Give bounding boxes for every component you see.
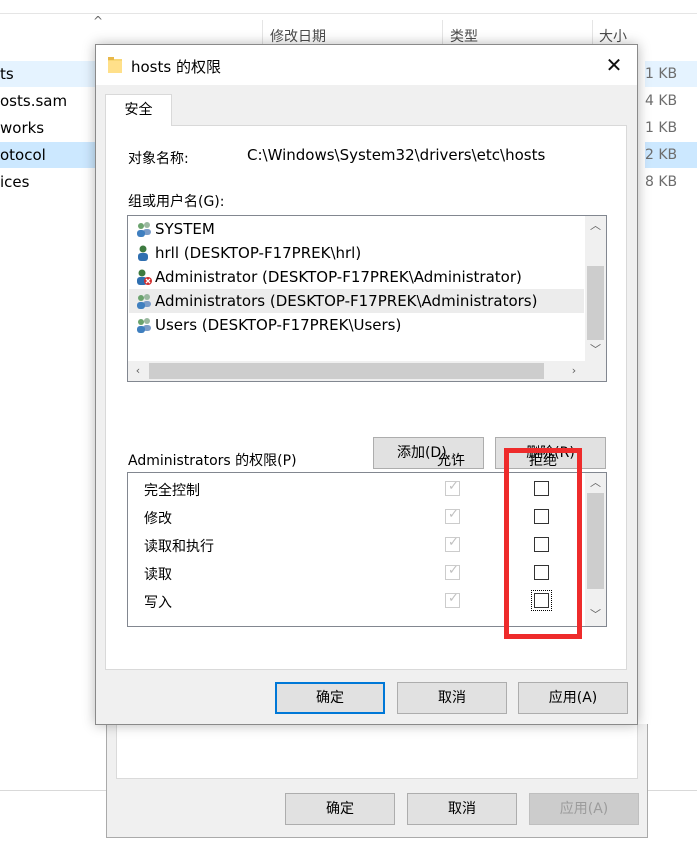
user-name: Administrator (DESKTOP-F17PREK\Administr… — [155, 268, 522, 286]
user-name: Administrators (DESKTOP-F17PREK\Administ… — [155, 292, 538, 310]
scroll-thumb[interactable] — [587, 266, 604, 340]
user-row-users[interactable]: Users (DESKTOP-F17PREK\Users) — [129, 313, 584, 337]
permission-name: 写入 — [144, 595, 172, 611]
file-row[interactable]: ices — [0, 169, 100, 195]
scroll-up-icon[interactable]: ︿ — [585, 216, 606, 236]
tab-security[interactable]: 安全 — [105, 94, 172, 126]
allow-column-header: 允许 — [437, 453, 465, 469]
user-row-hrll[interactable]: hrll (DESKTOP-F17PREK\hrl) — [129, 241, 584, 265]
column-header-size[interactable]: 大小 — [599, 26, 627, 46]
file-size: 4 KB — [645, 93, 678, 109]
permissions-title: Administrators 的权限(P) — [128, 453, 297, 469]
file-name: ts — [0, 65, 14, 83]
user-row-administrator[interactable]: Administrator (DESKTOP-F17PREK\Administr… — [129, 265, 584, 289]
scroll-right-icon[interactable]: › — [564, 361, 584, 381]
ok-button[interactable]: 确定 — [275, 682, 385, 714]
add-button[interactable]: 添加(D)... — [373, 437, 484, 469]
file-size: 2 KB — [645, 142, 697, 168]
permission-name: 完全控制 — [144, 483, 200, 499]
highlight-box — [504, 448, 582, 639]
scroll-down-icon[interactable]: ﹀ — [585, 605, 606, 625]
file-name: ices — [0, 173, 30, 191]
file-size: 8 KB — [645, 174, 678, 190]
user-row-system[interactable]: SYSTEM — [129, 217, 584, 241]
permission-name: 读取和执行 — [144, 539, 214, 555]
file-row[interactable]: osts.sam — [0, 88, 100, 114]
user-row-administrators[interactable]: Administrators (DESKTOP-F17PREK\Administ… — [129, 289, 584, 313]
checkmark-icon: ✓ — [448, 535, 459, 550]
column-header-modified[interactable]: 修改日期 — [270, 26, 326, 46]
object-name-value: C:\Windows\System32\drivers\etc\hosts — [247, 146, 546, 164]
back-cancel-button[interactable]: 取消 — [407, 793, 517, 825]
sort-caret-icon[interactable]: ^ — [93, 14, 103, 28]
dialog-title: hosts 的权限 — [131, 58, 221, 76]
allow-checkbox: ✓ — [445, 507, 460, 524]
scroll-left-icon[interactable]: ‹ — [128, 361, 148, 381]
group-icon — [137, 294, 151, 309]
allow-checkbox: ✓ — [445, 591, 460, 608]
folder-icon — [108, 57, 122, 73]
column-header-type[interactable]: 类型 — [450, 26, 478, 46]
file-row[interactable]: works — [0, 115, 100, 141]
properties-panel — [116, 724, 638, 779]
allow-checkbox: ✓ — [445, 563, 460, 580]
checkmark-icon: ✓ — [448, 563, 459, 578]
checkmark-icon: ✓ — [448, 479, 459, 494]
checkmark-icon: ✓ — [448, 507, 459, 522]
group-users-label: 组或用户名(G): — [128, 194, 225, 210]
scroll-thumb[interactable] — [587, 493, 604, 589]
user-name: Users (DESKTOP-F17PREK\Users) — [155, 316, 402, 334]
object-name-label: 对象名称: — [128, 151, 189, 167]
allow-checkbox: ✓ — [445, 479, 460, 496]
user-icon — [138, 245, 148, 261]
checkmark-icon: ✓ — [448, 591, 459, 606]
properties-dialog-background: 确定 取消 应用(A) — [106, 724, 648, 838]
scroll-thumb[interactable] — [149, 363, 544, 379]
user-list-horizontal-scrollbar[interactable]: ‹ › — [128, 361, 586, 381]
file-name: osts.sam — [0, 92, 68, 110]
group-icon — [137, 222, 151, 237]
close-button[interactable]: ✕ — [591, 45, 637, 85]
permission-name: 修改 — [144, 511, 172, 527]
file-name: works — [0, 119, 45, 137]
cancel-button[interactable]: 取消 — [397, 682, 507, 714]
close-icon: ✕ — [605, 53, 623, 77]
user-list-vertical-scrollbar[interactable]: ︿ ﹀ — [585, 216, 606, 361]
title-bar[interactable]: hosts 的权限 ✕ — [96, 45, 637, 85]
user-name: SYSTEM — [155, 220, 215, 238]
permissions-vertical-scrollbar[interactable]: ︿ ﹀ — [585, 473, 606, 626]
group-icon — [137, 318, 151, 333]
scroll-down-icon[interactable]: ﹀ — [585, 340, 606, 360]
file-size: 1 KB — [645, 61, 697, 87]
allow-checkbox: ✓ — [445, 535, 460, 552]
explorer-top-strip — [0, 0, 697, 14]
user-name: hrll (DESKTOP-F17PREK\hrl) — [155, 244, 362, 262]
file-row[interactable]: ts — [0, 61, 100, 87]
file-row[interactable]: otocol — [0, 142, 100, 168]
file-name: otocol — [0, 146, 46, 164]
permission-name: 读取 — [144, 567, 172, 583]
apply-button[interactable]: 应用(A) — [518, 682, 628, 714]
back-apply-button: 应用(A) — [529, 793, 639, 825]
user-list[interactable]: SYSTEM hrll (DESKTOP-F17PREK\hrl) Admini… — [127, 215, 607, 382]
scroll-corner — [586, 361, 606, 381]
file-size: 1 KB — [645, 120, 678, 136]
back-ok-button[interactable]: 确定 — [285, 793, 395, 825]
disabled-user-icon — [137, 269, 152, 285]
scroll-up-icon[interactable]: ︿ — [585, 473, 606, 493]
